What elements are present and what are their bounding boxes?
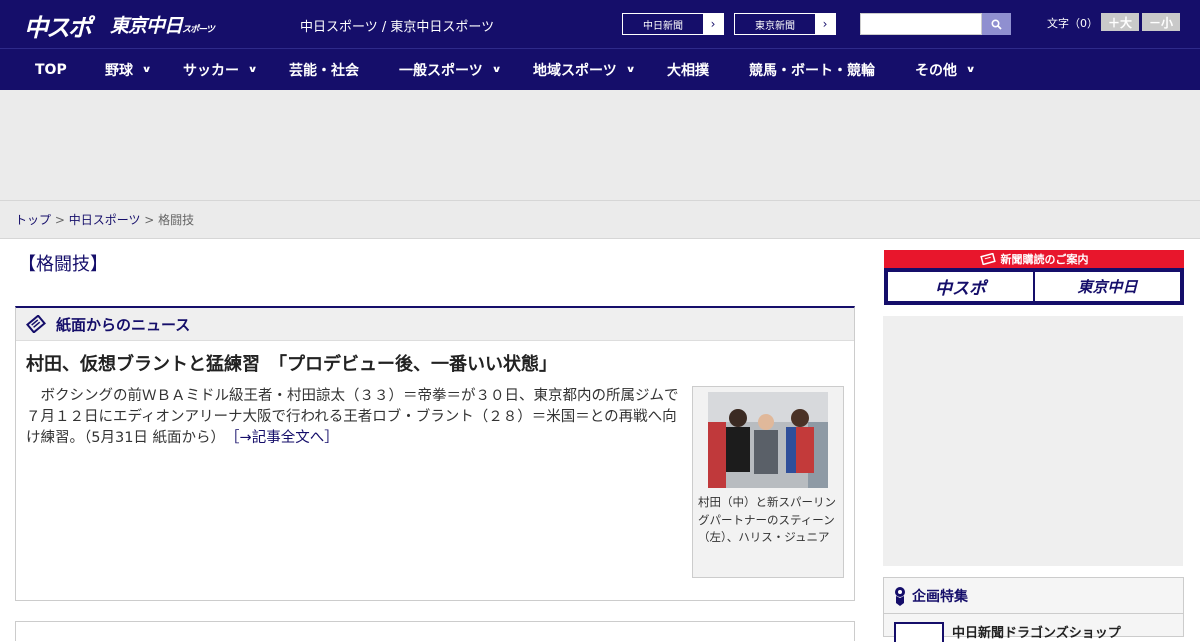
ad-banner-area [0,90,1200,201]
feature-thumbnail [894,622,944,642]
chevron-down-icon: ∨ [141,64,152,75]
breadcrumb: トップ > 中日スポーツ > 格闘技 [0,201,1200,239]
breadcrumb-section-link[interactable]: 中日スポーツ [69,213,141,227]
subscription-banner-header: 新聞購読のご案内 [884,250,1184,268]
ribbon-award-icon [895,586,905,606]
tokyo-chunichi-logo[interactable]: 東京中日スポーツ [110,11,215,38]
main-nav: TOP 野球 ∨ サッカー ∨ 芸能・社会 一般スポーツ ∨ 地域スポーツ ∨ 大相撲 … [0,48,1200,90]
nav-label: 野球 [105,62,133,79]
nav-item-entertainment[interactable]: 芸能・社会 [289,49,359,90]
read-more-link[interactable]: ［→記事全文へ］ [232,430,338,446]
nav-item-regional-sports[interactable]: 地域スポーツ ∨ [533,49,636,90]
ext-link-label: 中日新聞 [643,20,683,32]
nav-label: サッカー [183,62,239,79]
next-news-section [15,621,855,641]
news-section: 紙面からのニュース 村田、仮想ブラントと猛練習 「プロデビュー後、一番いい状態」… [15,306,855,601]
boxers-photo-image [708,392,828,488]
chuspo-logo[interactable]: 中スポ [24,8,92,43]
nav-label: TOP [35,61,67,78]
search-button[interactable] [982,13,1011,35]
sidebar-ad [883,316,1183,566]
nav-label: その他 [915,62,957,79]
photo-caption: 村田（中）と新スパーリングパートナーのスティーン（左）、ハリス・ジュニア [698,495,836,544]
nav-item-top[interactable]: TOP [35,49,67,90]
chevron-down-icon: ∨ [491,64,502,75]
breadcrumb-home-link[interactable]: トップ [15,213,51,227]
nav-label: 地域スポーツ [533,62,617,79]
feature-item-label: 中日新聞ドラゴンズショップ [952,626,1121,641]
nav-item-soccer[interactable]: サッカー ∨ [183,49,258,90]
feature-section: 企画特集 中日新聞ドラゴンズショップ [883,577,1184,642]
chevron-down-icon: ∨ [247,64,258,75]
feature-section-title: 企画特集 [912,588,968,605]
chevron-right-icon: › [815,14,835,34]
font-size-label: 文字（0） [1047,17,1098,30]
site-title: 中日スポーツ / 東京中日スポーツ [300,20,495,35]
feature-item[interactable]: 中日新聞ドラゴンズショップ [894,622,1174,642]
nav-label: 一般スポーツ [399,62,483,79]
chunichi-shimbun-link[interactable]: 中日新聞 › [622,13,724,35]
nav-label: 大相撲 [667,62,709,79]
chevron-down-icon: ∨ [965,64,976,75]
nav-label: 芸能・社会 [289,62,359,79]
breadcrumb-separator: > [51,213,69,227]
chevron-right-icon: › [703,14,723,34]
tokyo-logo-small: スポーツ [182,25,215,35]
search-input[interactable] [860,13,982,35]
article-summary-text: ボクシングの前ＷＢＡミドル級王者・村田諒太（３３）＝帝拳＝が３０日、東京都内の所… [26,388,679,446]
tokyo-shimbun-link[interactable]: 東京新聞 › [734,13,836,35]
subscription-banner-title: 新聞購読のご案内 [1000,253,1089,266]
search-icon [991,18,1002,30]
tokyo-chunichi-subscribe-button[interactable]: 東京中日 [1035,272,1180,301]
nav-item-racing[interactable]: 競馬・ボート・競輪 [749,49,875,90]
font-size-increase-button[interactable]: ＋大 [1101,13,1139,31]
article-photo-box: 村田（中）と新スパーリングパートナーのスティーン（左）、ハリス・ジュニア [692,386,844,578]
chevron-down-icon: ∨ [625,64,636,75]
article-photo[interactable] [708,392,828,488]
nav-label: 競馬・ボート・競輪 [749,62,875,79]
ticket-icon [979,253,996,265]
feature-section-header: 企画特集 [884,578,1183,614]
article-title-link[interactable]: 村田、仮想ブラントと猛練習 「プロデビュー後、一番いい状態」 [26,350,557,376]
nav-item-baseball[interactable]: 野球 ∨ [105,49,152,90]
nav-item-sumo[interactable]: 大相撲 [667,49,709,90]
font-size-decrease-button[interactable]: －小 [1142,13,1180,31]
page-title: 【格闘技】 [18,254,108,275]
newspaper-icon [26,315,46,333]
news-section-title: 紙面からのニュース [56,315,191,334]
breadcrumb-separator: > [140,213,159,227]
tokyo-logo-main: 東京中日 [110,15,183,37]
chuspo-subscribe-button[interactable]: 中スポ [888,272,1033,301]
news-section-header: 紙面からのニュース [16,308,854,341]
breadcrumb-current: 格闘技 [158,213,195,227]
nav-item-general-sports[interactable]: 一般スポーツ ∨ [399,49,502,90]
article-summary: ボクシングの前ＷＢＡミドル級王者・村田諒太（３３）＝帝拳＝が３０日、東京都内の所… [26,386,684,449]
top-header: 中スポ 東京中日スポーツ 中日スポーツ / 東京中日スポーツ 中日新聞 › 東京… [0,0,1200,48]
subscription-banner[interactable]: 新聞購読のご案内 中スポ 東京中日 [884,250,1184,305]
nav-item-other[interactable]: その他 ∨ [915,49,976,90]
ext-link-label: 東京新聞 [755,20,795,32]
